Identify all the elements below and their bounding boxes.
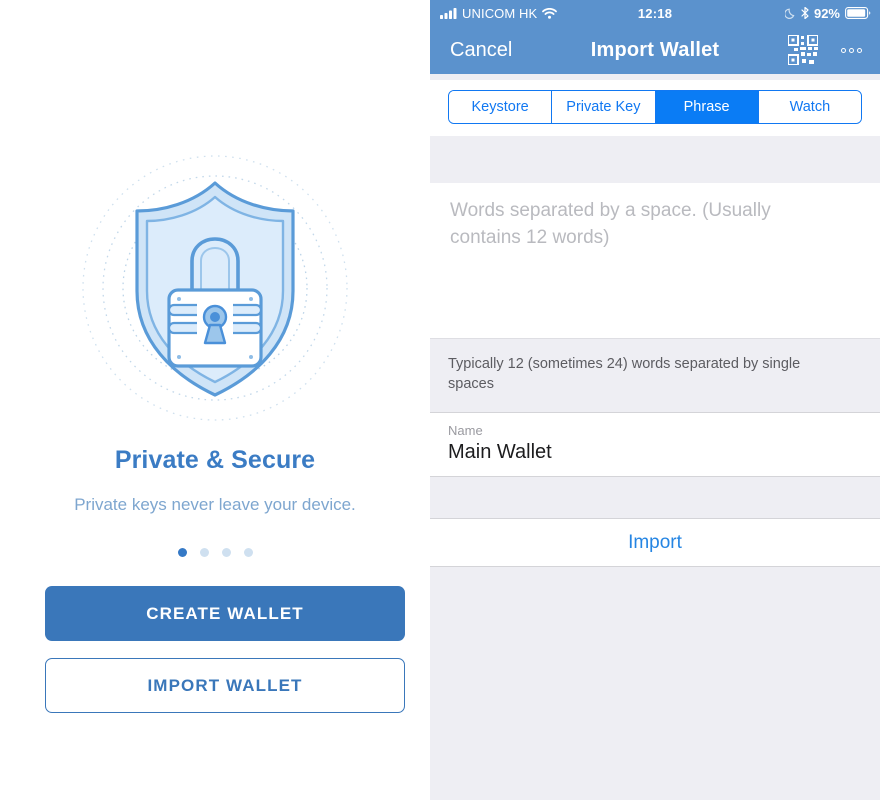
keyhole-pin [210, 312, 220, 322]
bottom-filler [430, 567, 880, 800]
rivet-tl [177, 297, 181, 301]
app-screenshot: Private & Secure Private keys never leav… [0, 0, 880, 800]
shield-lock-svg [82, 155, 348, 421]
navigation-bar: Cancel Import Wallet [430, 26, 880, 74]
page-dot-2[interactable] [199, 548, 209, 557]
wallet-name-label: Name [448, 423, 483, 438]
page-dot-3[interactable] [221, 548, 231, 557]
battery-percent-label: 92% [813, 5, 840, 21]
page-indicator[interactable] [0, 548, 430, 557]
phrase-placeholder: Words separated by a space. (Usually con… [450, 200, 771, 248]
more-dot-3 [857, 47, 862, 53]
bluetooth-icon [801, 7, 809, 19]
more-dot-1 [841, 47, 846, 53]
segmented-control-container: Keystore Private Key Phrase Watch [430, 80, 880, 136]
page-dot-4[interactable] [243, 548, 253, 557]
status-bar: UNICOM HK 12:18 92% [430, 0, 880, 26]
import-type-segmented-control[interactable]: Keystore Private Key Phrase Watch [448, 90, 862, 124]
shield-lock-illustration [0, 140, 430, 440]
import-wallet-phone-screen: UNICOM HK 12:18 92% Cancel Import Wallet… [430, 0, 880, 800]
import-submit-button[interactable]: Import [430, 519, 880, 567]
status-bar-right: 92% [784, 0, 871, 26]
more-dot-2 [849, 47, 854, 53]
qr-code-glyph [787, 34, 819, 66]
spacer-above-import [430, 477, 880, 519]
tab-private-key[interactable]: Private Key [552, 91, 656, 123]
tab-watch[interactable]: Watch [758, 91, 861, 123]
onboarding-panel: Private & Secure Private keys never leav… [0, 0, 430, 800]
wallet-name-value[interactable]: Main Wallet [448, 441, 862, 464]
moon-icon [784, 8, 795, 19]
tab-phrase[interactable]: Phrase [655, 91, 759, 123]
phrase-input-area[interactable]: Words separated by a space. (Usually con… [430, 183, 880, 338]
page-title: Private & Secure [114, 446, 316, 474]
rivet-br [249, 355, 253, 359]
phrase-hint-text: Typically 12 (sometimes 24) words separa… [448, 356, 801, 392]
rivet-bl [177, 355, 181, 359]
qr-code-icon[interactable] [787, 34, 819, 70]
tab-keystore[interactable]: Keystore [449, 91, 553, 123]
spacer-under-segmented [430, 136, 880, 183]
wallet-name-field[interactable]: Name Main Wallet [430, 412, 880, 477]
page-subtitle: Private keys never leave your device. [74, 495, 356, 514]
battery-icon [845, 7, 871, 19]
import-wallet-button[interactable]: IMPORT WALLET [45, 658, 405, 713]
more-options-button[interactable] [841, 26, 862, 74]
page-dot-1[interactable] [177, 548, 187, 557]
create-wallet-button[interactable]: CREATE WALLET [45, 586, 405, 641]
import-submit-label: Import [628, 531, 682, 553]
phrase-hint-block: Typically 12 (sometimes 24) words separa… [430, 338, 880, 412]
rivet-tr [249, 297, 253, 301]
